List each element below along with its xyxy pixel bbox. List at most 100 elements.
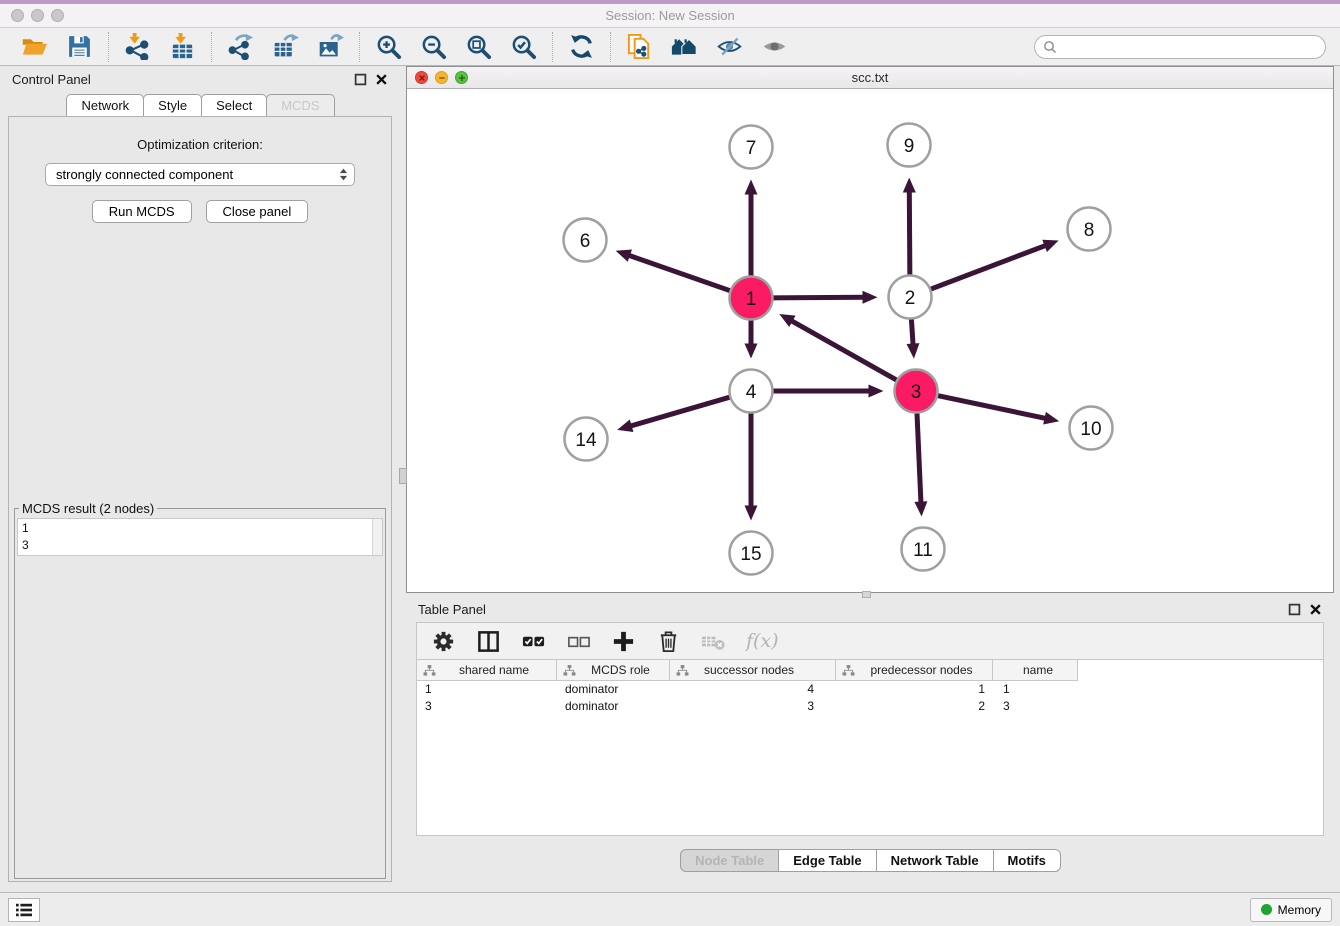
result-scrollbar[interactable] xyxy=(372,519,382,555)
memory-button[interactable]: Memory xyxy=(1250,898,1332,922)
table-row[interactable]: 1dominator411 xyxy=(417,681,1323,698)
select-all-icon[interactable] xyxy=(521,629,546,654)
export-network-icon[interactable] xyxy=(227,33,254,60)
graph-edge-arrow-2-8 xyxy=(1042,240,1058,252)
column-header-shared-name[interactable]: shared name xyxy=(417,660,557,681)
deselect-all-icon[interactable] xyxy=(566,629,591,654)
tab-motifs[interactable]: Motifs xyxy=(993,849,1061,872)
tab-network-table[interactable]: Network Table xyxy=(876,849,994,872)
control-panel: Control Panel NetworkStyleSelectMCDS Opt… xyxy=(0,66,400,892)
close-panel-icon[interactable] xyxy=(375,73,388,86)
graph-edge-2-8[interactable] xyxy=(928,245,1046,290)
mcds-result-title: MCDS result (2 nodes) xyxy=(19,501,157,516)
column-type-icon xyxy=(563,665,576,676)
run-mcds-button[interactable]: Run MCDS xyxy=(92,200,192,223)
float-panel-icon[interactable] xyxy=(354,73,367,86)
table-tabs: Node TableEdge TableNetwork TableMotifs xyxy=(406,849,1334,872)
tab-mcds[interactable]: MCDS xyxy=(266,94,334,116)
horizontal-splitter[interactable] xyxy=(406,593,1334,596)
column-header-predecessor-nodes[interactable]: predecessor nodes xyxy=(836,660,993,681)
save-icon[interactable] xyxy=(66,33,93,60)
graph-edge-2-3[interactable] xyxy=(911,316,913,345)
graph-edge-arrow-4-3 xyxy=(869,385,884,398)
graph-edge-arrow-1-2 xyxy=(862,291,877,304)
graph-edge-2-9[interactable] xyxy=(909,190,910,277)
show-panels-button[interactable] xyxy=(8,898,40,922)
network-close-button[interactable] xyxy=(415,71,428,84)
import-network-icon[interactable] xyxy=(124,33,151,60)
graph-edge-1-2[interactable] xyxy=(770,297,864,298)
node-table: shared nameMCDS rolesuccessor nodesprede… xyxy=(416,660,1324,836)
home-icon[interactable] xyxy=(671,33,698,60)
zoom-out-icon[interactable] xyxy=(420,33,447,60)
splitter-handle[interactable] xyxy=(399,468,407,484)
zoom-in-icon[interactable] xyxy=(375,33,402,60)
graph-edge-3-11[interactable] xyxy=(917,410,921,503)
function-builder-icon[interactable]: f(x) xyxy=(746,630,779,652)
column-type-icon xyxy=(423,665,436,676)
table-panel-title: Table Panel xyxy=(418,602,1280,617)
dropdown-stepper-icon xyxy=(339,167,348,182)
optimization-dropdown[interactable]: strongly connected component xyxy=(45,163,355,186)
network-view-window: scc.txt 1234678910111415 xyxy=(406,66,1334,593)
memory-label: Memory xyxy=(1278,903,1321,917)
tab-network[interactable]: Network xyxy=(66,94,144,116)
column-header-name[interactable]: name xyxy=(993,660,1078,681)
graph-edge-3-1[interactable] xyxy=(791,320,899,381)
eye-hidden-icon[interactable] xyxy=(716,33,743,60)
tab-edge-table[interactable]: Edge Table xyxy=(778,849,876,872)
delete-column-icon[interactable] xyxy=(656,629,681,654)
tab-select[interactable]: Select xyxy=(201,94,267,116)
mcds-result-text: 1 3 xyxy=(18,519,382,555)
list-icon xyxy=(14,902,34,918)
zoom-fit-icon[interactable] xyxy=(465,33,492,60)
open-folder-icon[interactable] xyxy=(21,33,48,60)
tab-node-table[interactable]: Node Table xyxy=(680,849,779,872)
copy-network-icon[interactable] xyxy=(626,33,653,60)
eye-visible-icon[interactable] xyxy=(761,33,788,60)
column-header-mcds-role[interactable]: MCDS role xyxy=(557,660,670,681)
search-box xyxy=(1034,35,1326,59)
export-image-icon[interactable] xyxy=(317,33,344,60)
delete-table-icon[interactable] xyxy=(701,629,726,654)
table-cell: 3 xyxy=(993,698,1078,715)
import-table-icon[interactable] xyxy=(169,33,196,60)
graph-node-label-7: 7 xyxy=(746,138,757,159)
table-cell: 4 xyxy=(670,681,836,698)
graph-edge-4-14[interactable] xyxy=(630,396,733,426)
settings-gear-icon[interactable] xyxy=(431,629,456,654)
close-panel-button[interactable]: Close panel xyxy=(206,200,309,223)
network-canvas[interactable]: 1234678910111415 xyxy=(407,89,1333,592)
graph-node-label-4: 4 xyxy=(746,382,757,403)
table-cell: 3 xyxy=(417,698,557,715)
titlebar: Session: New Session xyxy=(0,4,1340,28)
splitter-handle-2[interactable] xyxy=(862,591,871,598)
graph-edge-arrow-2-3 xyxy=(906,343,919,358)
add-column-icon[interactable] xyxy=(611,629,636,654)
refresh-icon[interactable] xyxy=(568,33,595,60)
graph-edge-arrow-3-11 xyxy=(914,501,927,516)
search-input[interactable] xyxy=(1062,40,1317,54)
vertical-splitter[interactable] xyxy=(400,66,406,892)
graph-edge-1-6[interactable] xyxy=(628,255,733,292)
table-row[interactable]: 3dominator323 xyxy=(417,698,1323,715)
graph-edge-arrow-1-6 xyxy=(616,250,632,262)
float-table-panel-icon[interactable] xyxy=(1288,603,1301,616)
control-panel-tabs: NetworkStyleSelectMCDS xyxy=(0,94,400,116)
tab-style[interactable]: Style xyxy=(143,94,202,116)
column-header-successor-nodes[interactable]: successor nodes xyxy=(670,660,836,681)
network-minimize-button[interactable] xyxy=(435,71,448,84)
optimization-criterion-label: Optimization criterion: xyxy=(137,137,263,152)
mcds-result-box: MCDS result (2 nodes) 1 3 xyxy=(14,501,386,879)
close-table-panel-icon[interactable] xyxy=(1309,603,1322,616)
graph-node-label-3: 3 xyxy=(911,382,922,403)
graph-edge-arrow-1-4 xyxy=(745,344,758,359)
mcds-result-area[interactable]: 1 3 xyxy=(17,518,383,556)
graph-edge-3-10[interactable] xyxy=(935,395,1046,419)
graph-edge-arrow-4-15 xyxy=(745,506,758,521)
network-maximize-button[interactable] xyxy=(455,71,468,84)
zoom-selected-icon[interactable] xyxy=(510,33,537,60)
export-table-icon[interactable] xyxy=(272,33,299,60)
show-columns-icon[interactable] xyxy=(476,629,501,654)
graph-edge-arrow-2-9 xyxy=(903,177,916,192)
